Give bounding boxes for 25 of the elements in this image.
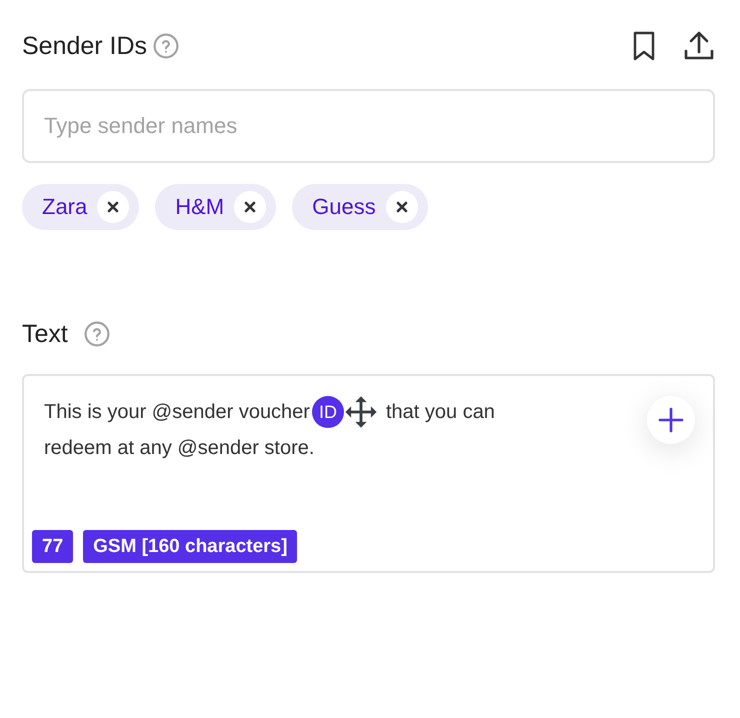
remove-chip-button[interactable]: [97, 191, 130, 223]
add-button[interactable]: [647, 396, 695, 444]
close-icon: [107, 201, 120, 213]
chip-label: Guess: [312, 194, 376, 220]
section-title: Text: [22, 320, 68, 348]
sender-names-input[interactable]: Type sender names: [22, 89, 715, 163]
upload-button[interactable]: [683, 30, 715, 62]
chip-label: Zara: [42, 194, 88, 220]
move-icon[interactable]: [344, 395, 378, 429]
remove-chip-button[interactable]: [234, 191, 266, 223]
character-count: 77: [32, 530, 74, 563]
close-icon: [396, 201, 408, 213]
plus-icon: [658, 407, 684, 433]
message-text: that you can: [386, 400, 495, 425]
bookmark-icon: [631, 31, 657, 61]
section-title: Sender IDs: [22, 32, 148, 60]
remove-chip-button[interactable]: [386, 191, 418, 223]
message-text: redeem at any @sender store.: [44, 436, 314, 461]
message-editor[interactable]: This is your @sender voucher ID that you can redeem at any @sender store. 77 GSM [160 characters]: [22, 374, 715, 573]
message-text: This is your @sender voucher: [44, 400, 310, 425]
encoding-badge: GSM [160 characters]: [83, 530, 298, 563]
upload-icon: [683, 31, 715, 61]
id-token[interactable]: ID: [312, 396, 344, 428]
close-icon: [244, 201, 256, 213]
chip-label: H&M: [175, 194, 224, 220]
